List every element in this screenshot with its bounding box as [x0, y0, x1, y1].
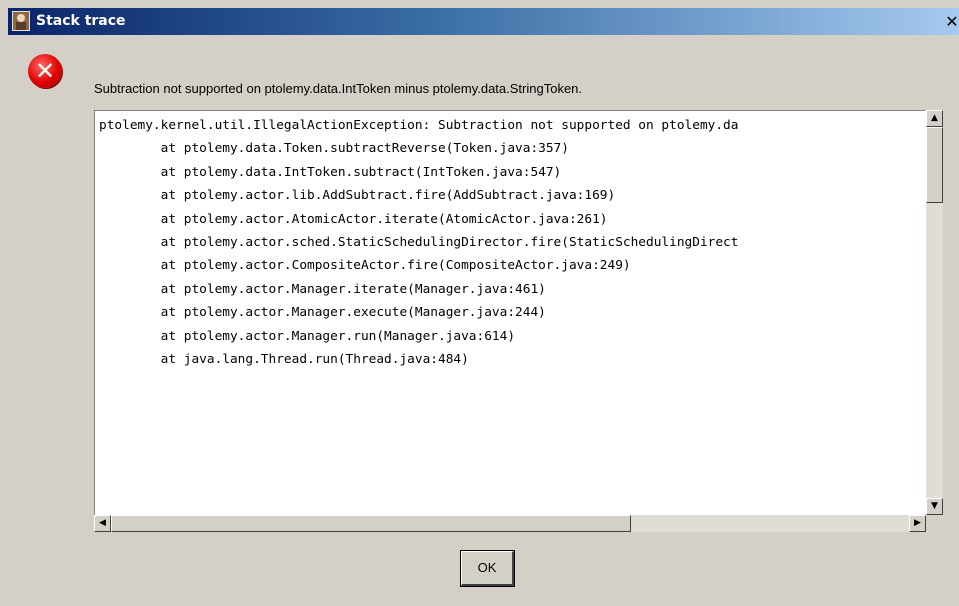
stack-trace-text[interactable]: ptolemy.kernel.util.IllegalActionExcepti… — [99, 114, 922, 514]
trace-line: at ptolemy.actor.AtomicActor.iterate(Ato… — [99, 211, 608, 227]
vertical-scrollbar[interactable]: ▲ ▼ — [926, 110, 943, 515]
close-icon[interactable]: ✕ — [945, 14, 959, 30]
trace-line: at java.lang.Thread.run(Thread.java:484) — [99, 352, 469, 368]
vertical-scroll-thumb[interactable] — [926, 127, 943, 203]
trace-line: at ptolemy.actor.Manager.iterate(Manager… — [99, 281, 546, 297]
trace-line: at ptolemy.actor.CompositeActor.fire(Com… — [99, 258, 631, 274]
horizontal-scrollbar[interactable]: ◀ ▶ — [94, 515, 926, 532]
scrollbar-corner — [926, 515, 943, 532]
window-title: Stack trace — [36, 13, 126, 29]
stack-trace-textarea[interactable]: ptolemy.kernel.util.IllegalActionExcepti… — [94, 110, 926, 532]
trace-line: at ptolemy.data.Token.subtractReverse(To… — [99, 141, 569, 157]
ok-button[interactable]: OK — [460, 550, 515, 587]
scroll-up-button[interactable]: ▲ — [926, 110, 943, 127]
horizontal-scroll-thumb[interactable] — [111, 515, 631, 532]
error-glyph: ✕ — [34, 57, 56, 85]
error-icon: ✕ — [28, 54, 62, 88]
trace-line: at ptolemy.actor.sched.StaticSchedulingD… — [99, 235, 739, 251]
error-message: Subtraction not supported on ptolemy.dat… — [94, 81, 583, 96]
scroll-right-button[interactable]: ▶ — [909, 515, 926, 532]
title-bar[interactable]: Stack trace ✕ — [8, 8, 959, 35]
trace-line: at ptolemy.actor.lib.AddSubtract.fire(Ad… — [99, 188, 616, 204]
trace-line: at ptolemy.data.IntToken.subtract(IntTok… — [99, 164, 562, 180]
scroll-left-button[interactable]: ◀ — [94, 515, 111, 532]
trace-line: at ptolemy.actor.Manager.run(Manager.jav… — [99, 328, 516, 344]
stack-trace-dialog: Stack trace ✕ ✕ Subtraction not supporte… — [0, 0, 959, 606]
app-icon — [12, 11, 30, 31]
scroll-down-button[interactable]: ▼ — [926, 498, 943, 515]
trace-line: ptolemy.kernel.util.IllegalActionExcepti… — [99, 118, 739, 133]
trace-line: at ptolemy.actor.Manager.execute(Manager… — [99, 305, 546, 321]
